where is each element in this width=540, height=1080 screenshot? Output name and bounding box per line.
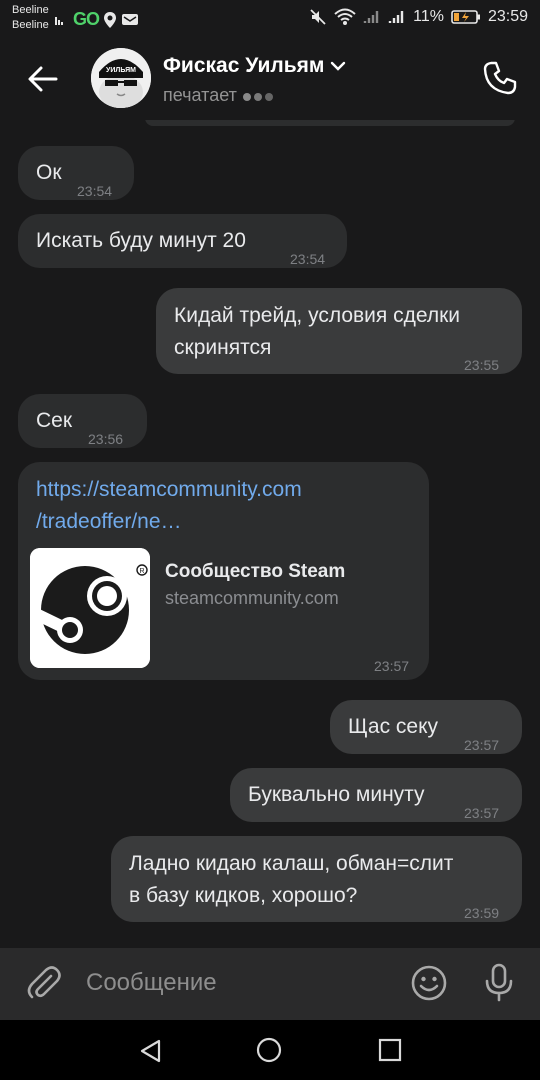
typing-status-text: печатает — [163, 85, 237, 105]
location-icon — [104, 11, 117, 28]
message-text-line-2: скринятся — [174, 336, 272, 359]
sms-icon — [122, 13, 139, 25]
message-time: 23:57 — [464, 737, 500, 753]
mute-icon — [310, 9, 326, 25]
link-message-bubble[interactable]: https://steamcommunity.com /tradeoffer/n… — [18, 462, 429, 680]
message-text-line-1: Ладно кидаю калаш, обман=слит — [129, 852, 454, 875]
phone-icon[interactable] — [482, 60, 518, 96]
svg-text:R: R — [139, 568, 144, 575]
message-bubble[interactable]: Искать буду минут 20 23:54 — [18, 214, 347, 268]
avatar-cap-text: УИЛЬЯМ — [106, 67, 136, 74]
message-input[interactable]: Сообщение — [86, 969, 217, 997]
message-list[interactable]: Ок 23:54 Искать буду минут 20 23:54 Кида… — [0, 120, 540, 948]
message-text-line-2: в базу кидков, хорошо? — [129, 884, 358, 907]
message-time: 23:54 — [290, 251, 326, 267]
message-text-line-1: Кидай трейд, условия сделки — [174, 304, 461, 327]
link-card-domain: steamcommunity.com — [165, 588, 339, 608]
message-composer: Сообщение — [0, 948, 540, 1020]
wifi-icon — [334, 8, 356, 25]
operator-2: Beeline — [12, 19, 49, 31]
signal-2-icon — [388, 11, 404, 23]
paperclip-icon[interactable] — [24, 964, 62, 1002]
avatar-image: УИЛЬЯМ — [91, 48, 151, 108]
message-time: 23:54 — [77, 183, 113, 199]
battery-percent: 11% — [413, 8, 444, 25]
message-bubble[interactable]: Щас секу 23:57 — [330, 700, 522, 754]
contact-title-row[interactable]: Фискас Уильям — [163, 54, 346, 78]
go-badge: GO — [73, 9, 100, 29]
chevron-down-icon — [331, 61, 346, 71]
nav-home-icon[interactable] — [256, 1037, 282, 1063]
message-bubble[interactable]: Ладно кидаю калаш, обман=слит в базу кид… — [111, 836, 522, 922]
previous-message-bubble — [145, 120, 515, 126]
system-nav-bar — [0, 1020, 540, 1080]
message-bubble[interactable]: Сек 23:56 — [18, 394, 147, 448]
message-text: Сек — [36, 409, 73, 432]
message-bubble[interactable]: Буквально минуту 23:57 — [230, 768, 522, 822]
link-text-line-2[interactable]: /tradeoffer/ne… — [36, 506, 182, 538]
message-text: Ок — [36, 161, 62, 184]
chat-header: УИЛЬЯМ Фискас Уильям печатает — [0, 40, 540, 120]
avatar[interactable]: УИЛЬЯМ — [91, 48, 151, 108]
message-text: Буквально минуту — [248, 783, 425, 806]
link-text-line-1[interactable]: https://steamcommunity.com — [36, 474, 302, 506]
message-time: 23:59 — [464, 905, 500, 921]
typing-dots-icon — [242, 85, 276, 106]
nav-recent-icon[interactable] — [378, 1038, 402, 1062]
contact-name: Фискас Уильям — [163, 54, 325, 77]
message-bubble[interactable]: Ок 23:54 — [18, 146, 134, 200]
status-right: 11% 23:59 — [309, 8, 528, 26]
nav-back-icon[interactable] — [138, 1038, 164, 1064]
message-time: 23:56 — [88, 431, 124, 447]
status-left-icons: GO — [55, 9, 139, 30]
message-bubble[interactable]: Кидай трейд, условия сделки скринятся 23… — [156, 288, 522, 374]
message-time: 23:55 — [464, 357, 500, 373]
nfc-icon — [55, 16, 63, 25]
emoji-icon[interactable] — [410, 964, 448, 1002]
microphone-icon[interactable] — [482, 963, 516, 1003]
battery-icon — [451, 10, 480, 24]
signal-1-icon — [363, 11, 379, 23]
operator-1: Beeline — [12, 4, 49, 16]
steam-logo-icon[interactable]: R — [30, 548, 150, 668]
typing-status: печатает — [163, 85, 276, 106]
message-text: Искать буду минут 20 — [36, 229, 246, 252]
back-arrow-icon[interactable] — [26, 62, 60, 96]
message-text: Щас секу — [348, 715, 439, 738]
message-time: 23:57 — [464, 805, 500, 821]
clock: 23:59 — [487, 8, 528, 25]
message-time: 23:57 — [374, 658, 410, 674]
status-bar: Beeline Beeline GO 11% 23:59 — [0, 0, 540, 40]
